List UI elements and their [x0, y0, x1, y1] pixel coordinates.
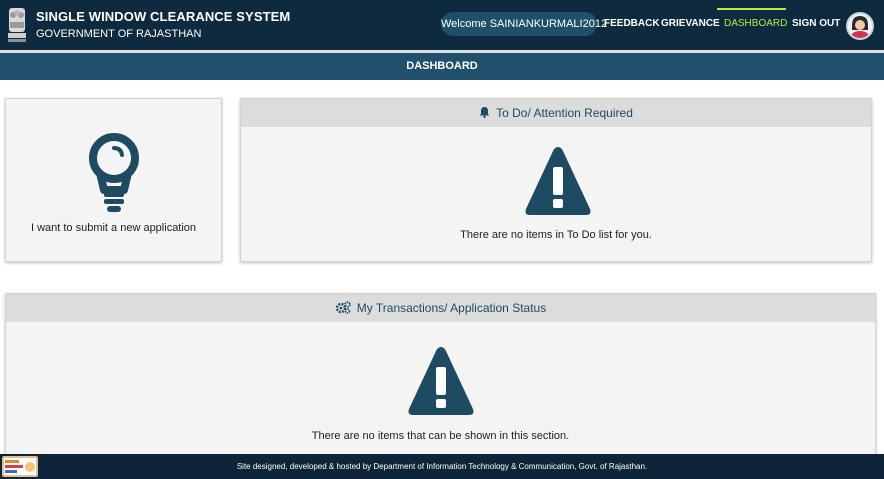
top-header: SINGLE WINDOW CLEARANCE SYSTEM GOVERNMEN… — [0, 0, 884, 50]
new-application-label: I want to submit a new application — [30, 222, 197, 234]
state-emblem-icon — [8, 8, 26, 42]
transactions-card-header: My Transactions/ Application Status — [6, 294, 875, 322]
site-badge — [2, 456, 38, 477]
nav-feedback[interactable]: FEEDBACK — [604, 18, 660, 29]
todo-card-title: To Do/ Attention Required — [496, 106, 633, 120]
security-badge-icon — [2, 456, 38, 477]
todo-empty-message: There are no items in To Do list for you… — [460, 229, 652, 241]
app-title: SINGLE WINDOW CLEARANCE SYSTEM — [36, 9, 291, 24]
welcome-badge: Welcome SAINIANKURMALI2012 — [441, 12, 607, 36]
todo-card-header: To Do/ Attention Required — [241, 99, 871, 127]
lightbulb-icon — [89, 133, 139, 212]
page-title: DASHBOARD — [0, 53, 884, 80]
gears-icon — [335, 301, 351, 314]
new-application-card[interactable]: I want to submit a new application — [5, 98, 222, 262]
nav-sign-out[interactable]: SIGN OUT — [792, 18, 840, 29]
todo-card: To Do/ Attention Required There are no i… — [240, 98, 872, 262]
nav-dashboard[interactable]: DASHBOARD — [724, 18, 787, 29]
app-subtitle: GOVERNMENT OF RAJASTHAN — [36, 28, 202, 40]
active-nav-indicator — [717, 8, 786, 10]
warning-icon — [408, 347, 474, 415]
transactions-empty-message: There are no items that can be shown in … — [311, 430, 570, 442]
transactions-card: My Transactions/ Application Status Ther… — [5, 293, 876, 463]
warning-icon — [525, 147, 591, 215]
user-avatar-icon — [848, 14, 872, 38]
transactions-card-title: My Transactions/ Application Status — [356, 301, 547, 315]
page-footer: Site designed, developed & hosted by Dep… — [0, 454, 884, 479]
bell-icon — [479, 107, 490, 118]
nav-grievance[interactable]: GRIEVANCE — [661, 18, 720, 29]
user-avatar[interactable] — [846, 12, 874, 40]
footer-credit: Site designed, developed & hosted by Dep… — [236, 462, 648, 471]
